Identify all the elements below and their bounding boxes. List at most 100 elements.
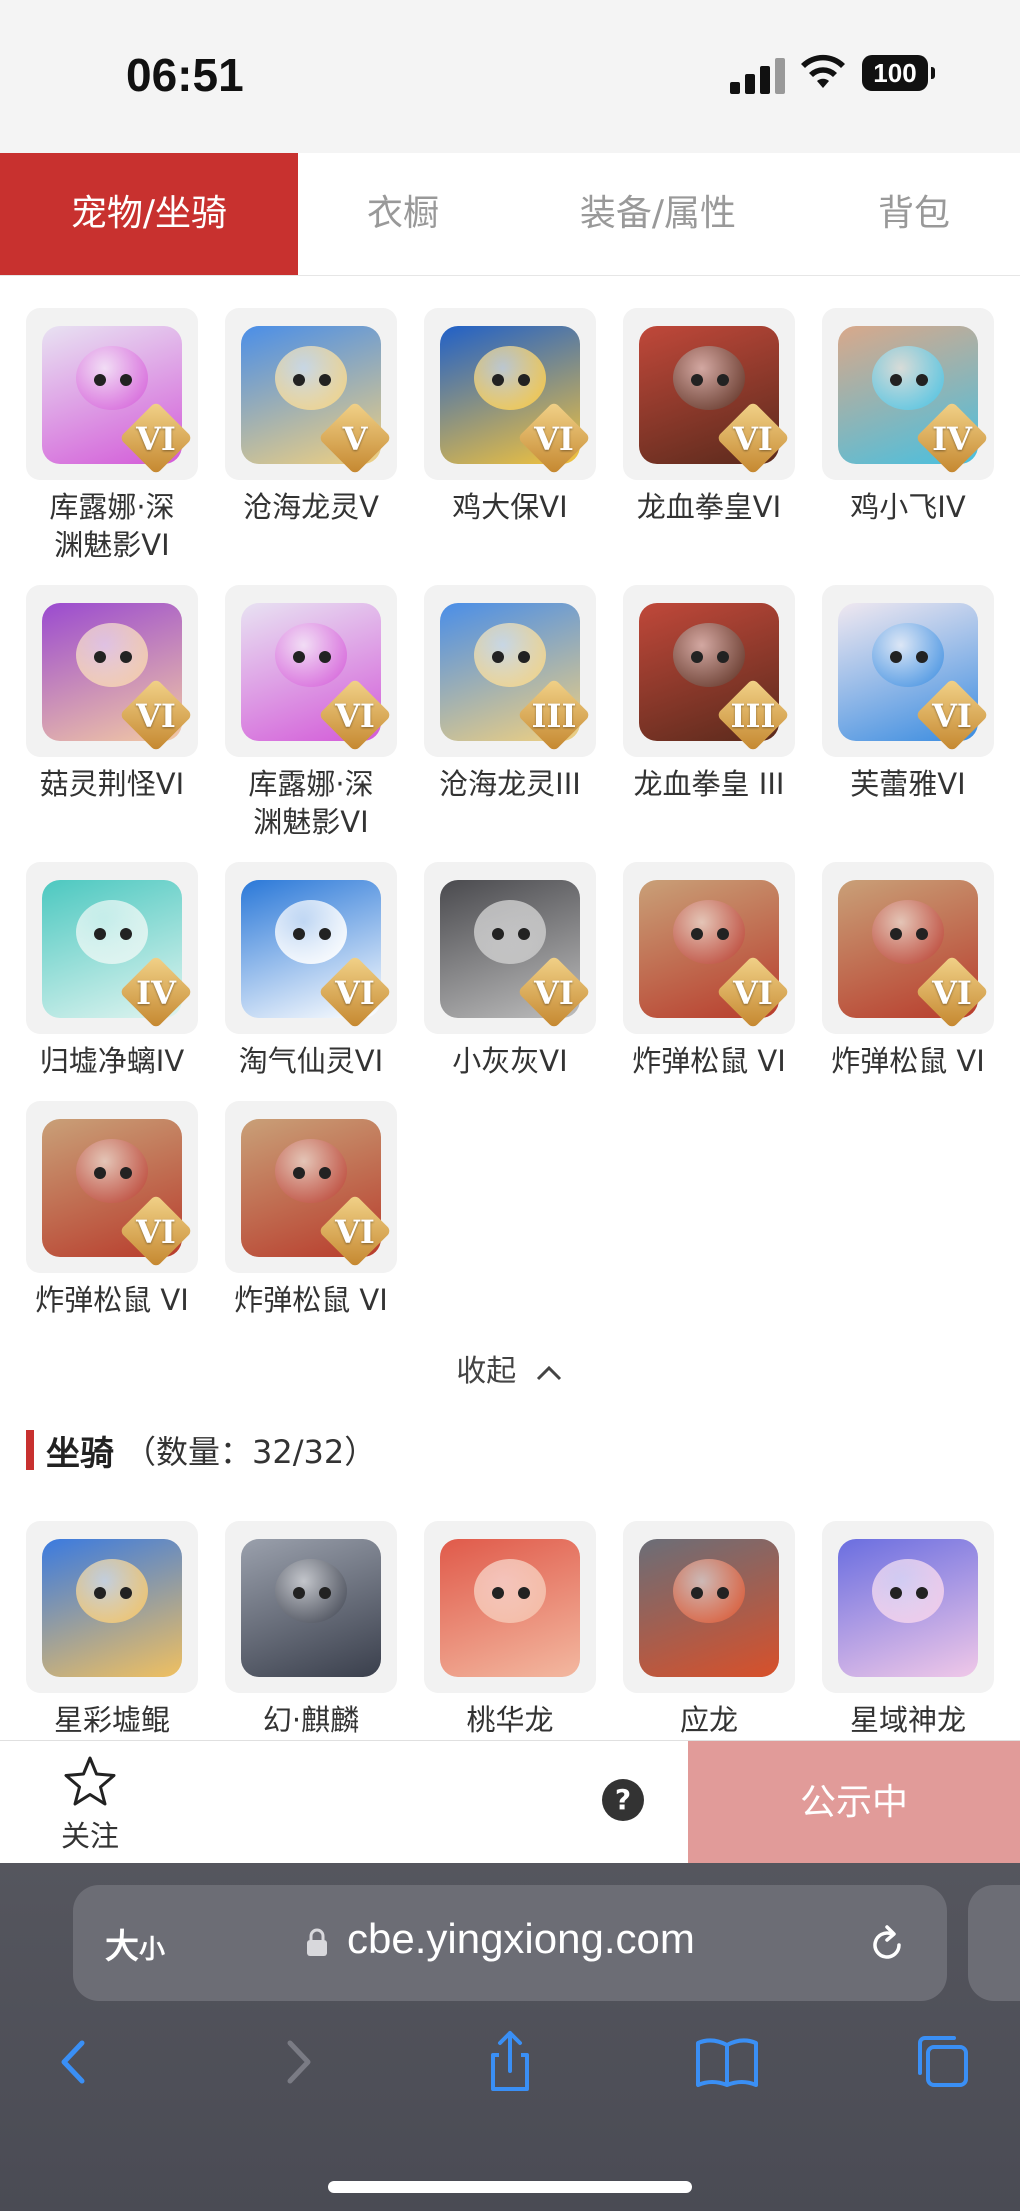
pet-portrait-eye — [319, 928, 331, 940]
follow-button[interactable]: 关注 — [50, 1755, 130, 1855]
pet-name-line: 渊魅影VI — [54, 528, 170, 562]
tab-pets-mounts[interactable]: 宠物/坐骑 — [0, 153, 298, 275]
pet-name-line: 渊魅影VI — [253, 805, 369, 839]
pet-card[interactable]: VI 炸弹松鼠 VI — [225, 1101, 401, 1319]
level-badge-text: VI — [335, 697, 375, 735]
pet-card[interactable]: VI 库露娜·深 渊魅影VI — [225, 585, 401, 841]
pet-thumbnail: VI — [623, 862, 795, 1034]
pet-name-line: 炸弹松鼠 VI — [831, 1044, 985, 1078]
wifi-icon — [801, 54, 845, 88]
mount-card[interactable]: 星域神龙 — [822, 1521, 998, 1739]
pet-name-line: 淘气仙灵VI — [238, 1044, 384, 1078]
pet-portrait-eye — [94, 651, 106, 663]
help-icon[interactable]: ? — [602, 1779, 644, 1821]
pet-card[interactable]: VI 龙血拳皇VI — [623, 308, 799, 526]
public-notice-button[interactable]: 公示中 — [688, 1741, 1020, 1864]
pet-card[interactable]: VI 芙蕾雅VI — [822, 585, 998, 803]
pet-thumbnail: VI — [26, 308, 198, 480]
back-icon[interactable] — [40, 2027, 110, 2097]
level-badge-text: VI — [335, 974, 375, 1012]
pet-card[interactable]: III 龙血拳皇 III — [623, 585, 799, 803]
pet-name: 鸡小飞IV — [808, 488, 1008, 526]
tab-equipment-attributes[interactable]: 装备/属性 — [508, 153, 808, 275]
mount-card[interactable]: 星彩墟鲲 — [26, 1521, 202, 1739]
forward-icon[interactable] — [262, 2027, 332, 2097]
pet-portrait-eye — [691, 374, 703, 386]
pet-card[interactable]: VI 库露娜·深 渊魅影VI — [26, 308, 202, 564]
pet-name: 归墟净螭IV — [12, 1042, 212, 1080]
mount-portrait-eye — [94, 1587, 106, 1599]
tab-backpack[interactable]: 背包 — [808, 153, 1020, 275]
level-badge-text: VI — [136, 697, 176, 735]
bookmarks-icon[interactable] — [692, 2027, 762, 2097]
mount-card[interactable]: 桃华龙 — [424, 1521, 600, 1739]
mount-thumbnail — [623, 1521, 795, 1693]
reload-icon[interactable] — [865, 1923, 909, 1967]
tab-wardrobe[interactable]: 衣橱 — [298, 153, 508, 275]
pet-thumbnail: IV — [822, 308, 994, 480]
pet-card[interactable]: V 沧海龙灵V — [225, 308, 401, 526]
next-tab-preview[interactable] — [968, 1885, 1020, 2001]
mount-card[interactable]: 应龙 — [623, 1521, 799, 1739]
level-badge-text: VI — [136, 420, 176, 458]
pet-name: 鸡大保VI — [410, 488, 610, 526]
pet-card[interactable]: VI 菇灵荆怪VI — [26, 585, 202, 803]
collapse-label: 收起 — [456, 1354, 517, 1389]
pet-name-line: 炸弹松鼠 VI — [234, 1283, 388, 1317]
pet-name: 沧海龙灵III — [410, 765, 610, 803]
level-badge-text: III — [730, 697, 776, 735]
level-badge-text: VI — [932, 697, 972, 735]
pet-thumbnail: VI — [225, 585, 397, 757]
pet-portrait-head — [872, 623, 944, 687]
pet-name: 炸弹松鼠 VI — [808, 1042, 1008, 1080]
collapse-toggle[interactable]: 收起 — [0, 1346, 1020, 1390]
pet-card[interactable]: IV 鸡小飞IV — [822, 308, 998, 526]
mount-portrait-head — [673, 1559, 745, 1623]
pet-portrait-head — [872, 346, 944, 410]
pet-card[interactable]: VI 炸弹松鼠 VI — [26, 1101, 202, 1319]
level-badge-text: VI — [534, 420, 574, 458]
level-badge-text: VI — [335, 1213, 375, 1251]
mount-portrait-eye — [120, 1587, 132, 1599]
bottom-action-bar: 关注 ? 公示中 — [0, 1740, 1020, 1864]
mounts-section-header: 坐骑 （数量：32/32） — [26, 1428, 377, 1474]
pet-portrait-eye — [293, 651, 305, 663]
pet-name: 菇灵荆怪VI — [12, 765, 212, 803]
clock: 06:51 — [126, 49, 244, 101]
pet-portrait-eye — [916, 651, 928, 663]
pet-name-line: 小灰灰VI — [452, 1044, 568, 1078]
mount-thumbnail — [26, 1521, 198, 1693]
pet-portrait-eye — [717, 651, 729, 663]
pet-card[interactable]: VI 炸弹松鼠 VI — [822, 862, 998, 1080]
mount-name: 幻·麒麟 — [262, 1703, 360, 1737]
pet-name-line: 鸡小飞IV — [850, 490, 966, 524]
pet-portrait-eye — [717, 374, 729, 386]
mount-card[interactable]: 幻·麒麟 — [225, 1521, 401, 1739]
level-badge-text: VI — [733, 420, 773, 458]
pet-thumbnail: IV — [26, 862, 198, 1034]
pet-portrait-eye — [120, 928, 132, 940]
pet-card[interactable]: III 沧海龙灵III — [424, 585, 600, 803]
pet-portrait-eye — [293, 1167, 305, 1179]
battery-indicator: 100 — [862, 55, 935, 91]
pet-portrait-head — [673, 623, 745, 687]
pet-name: 炸弹松鼠 VI — [609, 1042, 809, 1080]
pet-name-line: 沧海龙灵V — [243, 490, 379, 524]
pet-card[interactable]: VI 淘气仙灵VI — [225, 862, 401, 1080]
pet-name-line: 炸弹松鼠 VI — [632, 1044, 786, 1078]
pet-portrait-head — [474, 900, 546, 964]
pet-card[interactable]: VI 鸡大保VI — [424, 308, 600, 526]
pet-name: 芙蕾雅VI — [808, 765, 1008, 803]
pet-portrait-head — [275, 623, 347, 687]
pet-card[interactable]: VI 小灰灰VI — [424, 862, 600, 1080]
text-size-button[interactable]: 大小 — [105, 1919, 165, 1968]
mount-name: 星域神龙 — [849, 1703, 966, 1737]
mounts-count: （数量：32/32） — [124, 1433, 377, 1471]
pet-card[interactable]: VI 炸弹松鼠 VI — [623, 862, 799, 1080]
pet-card[interactable]: IV 归墟净螭IV — [26, 862, 202, 1080]
content-scroll-area[interactable]: VI 库露娜·深 渊魅影VI V 沧海龙灵V VI 鸡大保VI VI 龙血拳皇VI IV 鸡小飞IV… — [0, 276, 1020, 1740]
pet-portrait-eye — [518, 651, 530, 663]
tabs-icon[interactable] — [908, 2027, 978, 2097]
address-bar[interactable]: 大小 cbe.yingxiong.com — [73, 1885, 947, 2001]
share-icon[interactable] — [475, 2027, 545, 2097]
